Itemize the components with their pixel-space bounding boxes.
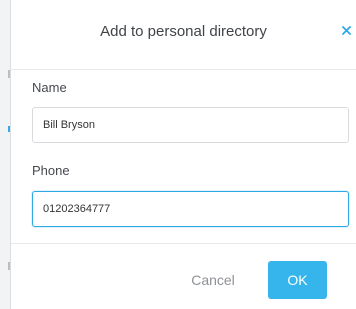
add-contact-dialog: Add to personal directory Name Phone Can… [11, 0, 356, 309]
cancel-button[interactable]: Cancel [179, 261, 247, 299]
dialog-title: Add to personal directory [100, 23, 267, 40]
close-icon-glyph [341, 26, 351, 35]
background-mark [8, 70, 10, 78]
phone-label: Phone [32, 163, 70, 178]
ok-button[interactable]: OK [268, 261, 327, 299]
name-input[interactable] [32, 107, 349, 143]
name-label: Name [32, 80, 67, 95]
dialog-header: Add to personal directory [11, 0, 356, 70]
background-mark [8, 262, 10, 270]
background-mark [8, 126, 10, 132]
phone-input[interactable] [32, 191, 349, 227]
page: Add to personal directory Name Phone Can… [0, 0, 356, 309]
close-icon[interactable] [339, 24, 353, 38]
background-page-edge [0, 0, 11, 309]
footer-divider [11, 243, 356, 244]
